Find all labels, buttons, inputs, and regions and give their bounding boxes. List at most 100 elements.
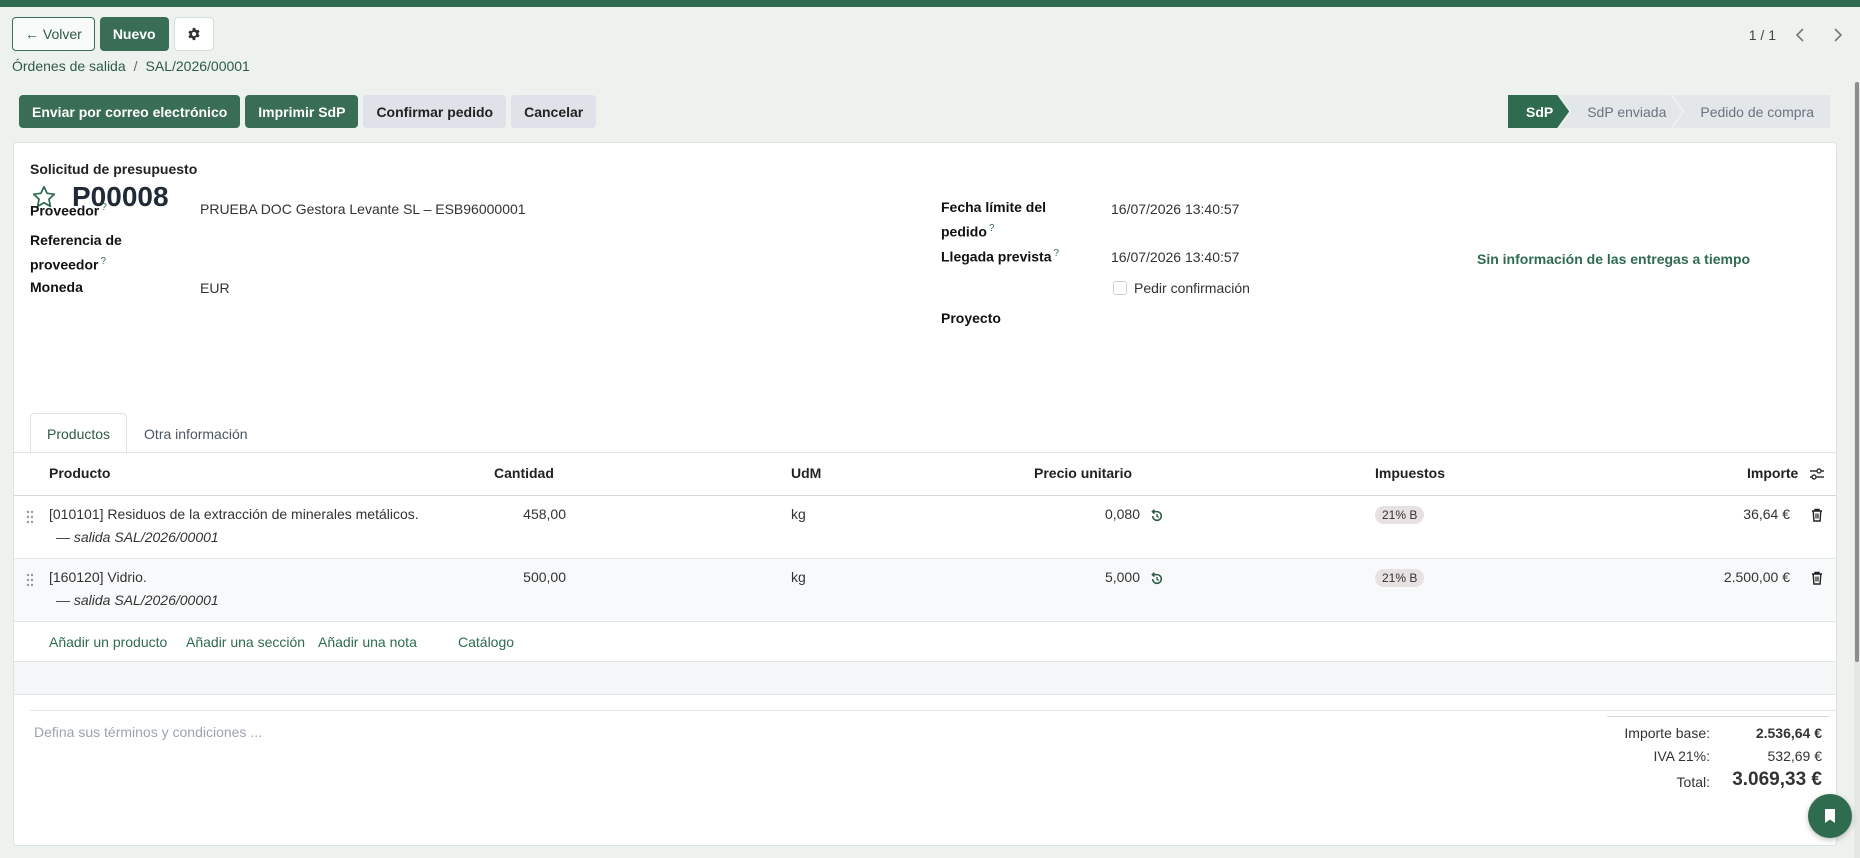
row-amount: 36,64 € [1743, 506, 1790, 522]
stage-purchase-order[interactable]: Pedido de compra [1672, 95, 1830, 128]
empty-table-row [14, 662, 1836, 695]
bookmark-icon [1825, 809, 1835, 823]
row-origin: — salida SAL/2026/00001 [56, 529, 219, 545]
delete-row-trash-icon[interactable] [1809, 570, 1825, 586]
column-taxes[interactable]: Impuestos [1375, 465, 1445, 481]
tab-other-info[interactable]: Otra información [127, 413, 264, 453]
control-panel: ← Volver Nuevo [12, 17, 214, 51]
pager: 1 / 1 [1749, 22, 1852, 48]
tax-badge[interactable]: 21% B [1375, 506, 1425, 524]
currency-label: Moneda [30, 279, 83, 295]
add-product-link[interactable]: Añadir un producto [49, 634, 167, 650]
chevron-right-icon [1834, 28, 1843, 42]
row-unit-price[interactable]: 5,000 [1054, 569, 1140, 585]
project-field[interactable] [1111, 307, 1811, 331]
row-product[interactable]: [010101] Residuos de la extracción de mi… [49, 506, 419, 522]
chatter-toggle-button[interactable] [1808, 794, 1852, 838]
order-deadline-label-line2: pedido [941, 223, 987, 240]
expected-arrival-field[interactable]: 16/07/2026 13:40:57 [1111, 247, 1239, 268]
catalog-link[interactable]: Catálogo [458, 634, 514, 650]
action-buttons: Enviar por correo electrónico Imprimir S… [19, 95, 597, 128]
print-rfq-button[interactable]: Imprimir SdP [245, 95, 359, 128]
gear-icon [188, 27, 200, 41]
terms-conditions-input[interactable]: Defina sus términos y condiciones ... [34, 724, 262, 740]
delete-row-trash-icon[interactable] [1809, 507, 1825, 523]
vat-value: 532,69 € [1767, 748, 1823, 764]
drag-handle-icon[interactable] [26, 573, 34, 587]
drag-handle-icon[interactable] [26, 510, 34, 524]
vendor-reference-label-line1: Referencia de [30, 232, 122, 248]
breadcrumb-parent[interactable]: Órdenes de salida [12, 58, 126, 74]
cancel-button[interactable]: Cancelar [511, 95, 597, 128]
vendor-field[interactable]: PRUEBA DOC Gestora Levante SL – ESB96000… [200, 199, 526, 220]
vendor-reference-label-line2: proveedor [30, 256, 99, 273]
row-unit-price[interactable]: 0,080 [1054, 506, 1140, 522]
pager-value[interactable]: 1 / 1 [1749, 27, 1776, 43]
table-header: Producto Cantidad UdM Precio unitario Im… [14, 453, 1836, 496]
optional-columns-toggle-icon[interactable] [1809, 466, 1825, 482]
scrollbar-thumb[interactable] [1855, 82, 1859, 662]
expected-arrival-label: Llegada prevista? [941, 243, 1059, 268]
project-label: Proyecto [941, 310, 1001, 326]
breadcrumb-separator: / [133, 58, 138, 74]
on-time-delivery-info: Sin información de las entregas a tiempo [1477, 251, 1751, 267]
vendor-reference-help-icon[interactable]: ? [100, 256, 106, 267]
column-quantity[interactable]: Cantidad [494, 465, 554, 481]
add-section-link[interactable]: Añadir una sección [186, 634, 305, 650]
vendor-reference-label: Referencia de proveedor? [30, 230, 122, 276]
add-note-link[interactable]: Añadir una nota [318, 634, 417, 650]
breadcrumb-current: SAL/2026/00001 [145, 58, 250, 74]
expected-arrival-help-icon[interactable]: ? [1054, 248, 1060, 259]
currency-field[interactable]: EUR [200, 278, 230, 299]
form-sheet: Solicitud de presupuesto P00008 Proveedo… [13, 142, 1837, 846]
section-divider [30, 710, 1836, 711]
order-deadline-label-line1: Fecha límite del [941, 199, 1047, 215]
column-uom[interactable]: UdM [791, 465, 821, 481]
order-deadline-field[interactable]: 16/07/2026 13:40:57 [1111, 199, 1239, 220]
row-quantity[interactable]: 500,00 [494, 569, 566, 585]
status-bar: SdP SdP enviada Pedido de compra [1508, 95, 1830, 128]
base-amount-value: 2.536,64 € [1755, 725, 1822, 741]
document-type: Solicitud de presupuesto [30, 161, 198, 177]
order-deadline-label: Fecha límite del pedido? [941, 197, 1046, 243]
table-row[interactable]: [160120] Vidrio. — salida SAL/2026/00001… [14, 559, 1836, 622]
top-accent-bar [0, 0, 1860, 7]
tab-products[interactable]: Productos [30, 413, 128, 453]
row-uom[interactable]: kg [791, 569, 806, 585]
chevron-left-icon [1795, 28, 1804, 42]
reset-price-icon[interactable] [1149, 508, 1165, 524]
row-quantity[interactable]: 458,00 [494, 506, 566, 522]
total-value: 3.069,33 € [1732, 769, 1822, 790]
totals-divider [1607, 716, 1829, 717]
expected-arrival-label-text: Llegada prevista [941, 248, 1052, 265]
back-button[interactable]: ← Volver [12, 17, 95, 51]
add-line-row: Añadir un producto Añadir una sección Añ… [14, 622, 1836, 662]
pager-previous-button[interactable] [1786, 22, 1814, 48]
settings-button[interactable] [173, 17, 214, 51]
vat-label: IVA 21%: [1653, 748, 1710, 764]
row-uom[interactable]: kg [791, 506, 806, 522]
order-deadline-help-icon[interactable]: ? [989, 223, 995, 234]
column-amount[interactable]: Importe [1747, 465, 1798, 481]
reset-price-icon[interactable] [1149, 571, 1165, 587]
send-email-button[interactable]: Enviar por correo electrónico [19, 95, 241, 128]
pager-next-button[interactable] [1824, 22, 1852, 48]
confirm-order-button[interactable]: Confirmar pedido [363, 95, 507, 128]
column-unit-price[interactable]: Precio unitario [1034, 465, 1132, 481]
table-row[interactable]: [010101] Residuos de la extracción de mi… [14, 496, 1836, 559]
stage-rfq-sent[interactable]: SdP enviada [1559, 95, 1682, 128]
stage-rfq[interactable]: SdP [1508, 95, 1569, 128]
vendor-reference-field[interactable] [200, 240, 900, 264]
vendor-label-text: Proveedor [30, 202, 100, 219]
notebook-tabs: Productos Otra información [30, 413, 265, 453]
tax-badge[interactable]: 21% B [1375, 569, 1425, 587]
row-amount: 2.500,00 € [1723, 569, 1790, 585]
ask-confirmation-checkbox[interactable] [1113, 281, 1127, 295]
new-button[interactable]: Nuevo [99, 17, 169, 51]
vendor-label: Proveedor? [30, 197, 107, 222]
row-origin: — salida SAL/2026/00001 [56, 592, 219, 608]
column-product[interactable]: Producto [49, 465, 110, 481]
vendor-help-icon[interactable]: ? [101, 202, 107, 213]
ask-confirmation-label: Pedir confirmación [1134, 280, 1250, 296]
row-product[interactable]: [160120] Vidrio. [49, 569, 147, 585]
